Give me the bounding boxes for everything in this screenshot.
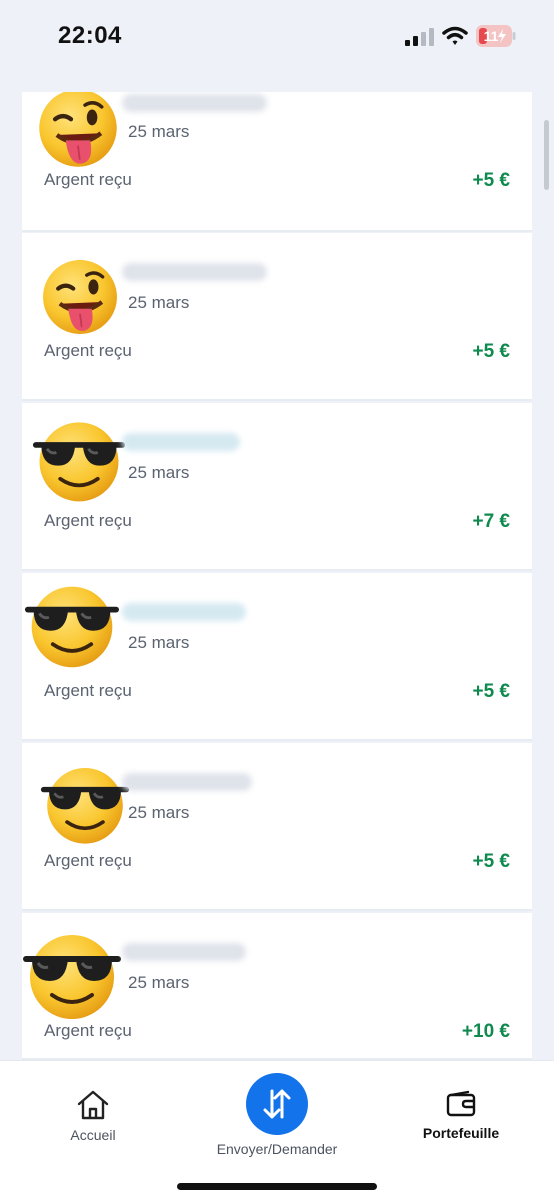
transaction-type: Argent reçu (44, 681, 132, 700)
sunglasses-emoji-icon (32, 413, 126, 507)
transaction-type: Argent reçu (44, 851, 132, 870)
transaction-date: 25 mars (128, 633, 190, 652)
transaction-amount: +7 € (472, 511, 510, 532)
transaction-type: Argent reçu (44, 170, 132, 189)
transaction-date: 25 mars (128, 463, 190, 482)
nav-item-wallet[interactable]: Portefeuille (408, 1089, 514, 1143)
transaction-card[interactable]: 25 mars Argent reçu +7 € (22, 403, 532, 571)
scrollbar[interactable] (544, 120, 549, 190)
transaction-date: 25 mars (128, 973, 190, 992)
transaction-card[interactable]: 25 mars Argent reçu +10 € (22, 913, 532, 1060)
nav-label-wallet: Portefeuille (422, 1125, 500, 1141)
nav-item-send-request[interactable]: Envoyer/Demander (200, 1073, 354, 1159)
transaction-amount: +5 € (472, 681, 510, 702)
sunglasses-emoji-icon (24, 577, 120, 673)
bottom-nav: Accueil Envoyer/Demander Portefeuille (0, 1060, 554, 1200)
status-bar: 22:04 11 (0, 0, 554, 92)
transaction-type: Argent reçu (44, 511, 132, 530)
transaction-list[interactable]: 25 mars Argent reçu +5 € 25 mars Argent … (0, 92, 554, 1060)
wink-tongue-emoji-icon (34, 92, 122, 172)
sender-name-redacted (122, 433, 240, 451)
sender-name-redacted (122, 263, 267, 281)
transaction-date: 25 mars (128, 803, 190, 822)
cellular-signal-icon (405, 28, 434, 46)
nav-label-home: Accueil (70, 1127, 116, 1143)
home-icon (77, 1090, 109, 1120)
transaction-amount: +5 € (472, 341, 510, 362)
transaction-amount: +5 € (472, 170, 510, 191)
transfer-arrows-icon (263, 1089, 291, 1119)
transaction-type: Argent reçu (44, 341, 132, 360)
wink-tongue-emoji-icon (38, 255, 122, 339)
wallet-icon (446, 1090, 476, 1117)
battery-level: 11 (484, 28, 499, 44)
transaction-card[interactable]: 25 mars Argent reçu +5 € (22, 743, 532, 911)
transaction-amount: +5 € (472, 851, 510, 872)
sunglasses-emoji-icon (22, 925, 122, 1025)
transaction-card[interactable]: 25 mars Argent reçu +5 € (22, 92, 532, 232)
sender-name-redacted (122, 943, 246, 961)
transaction-card[interactable]: 25 mars Argent reçu +5 € (22, 233, 532, 401)
sender-name-redacted (122, 94, 267, 112)
transaction-date: 25 mars (128, 293, 190, 312)
status-time: 22:04 (58, 22, 122, 49)
sunglasses-emoji-icon (40, 759, 130, 849)
nav-item-home[interactable]: Accueil (48, 1089, 138, 1145)
transaction-date: 25 mars (128, 122, 190, 141)
nav-label-send-request: Envoyer/Demander (216, 1141, 338, 1157)
battery-icon: 11 (476, 25, 516, 47)
transaction-card[interactable]: 25 mars Argent reçu +5 € (22, 573, 532, 741)
wifi-icon (442, 26, 468, 45)
home-indicator[interactable] (177, 1183, 377, 1190)
send-request-button[interactable] (246, 1073, 308, 1135)
transaction-type: Argent reçu (44, 1021, 132, 1040)
sender-name-redacted (122, 603, 246, 621)
sender-name-redacted (122, 773, 252, 791)
transaction-amount: +10 € (461, 1021, 510, 1042)
